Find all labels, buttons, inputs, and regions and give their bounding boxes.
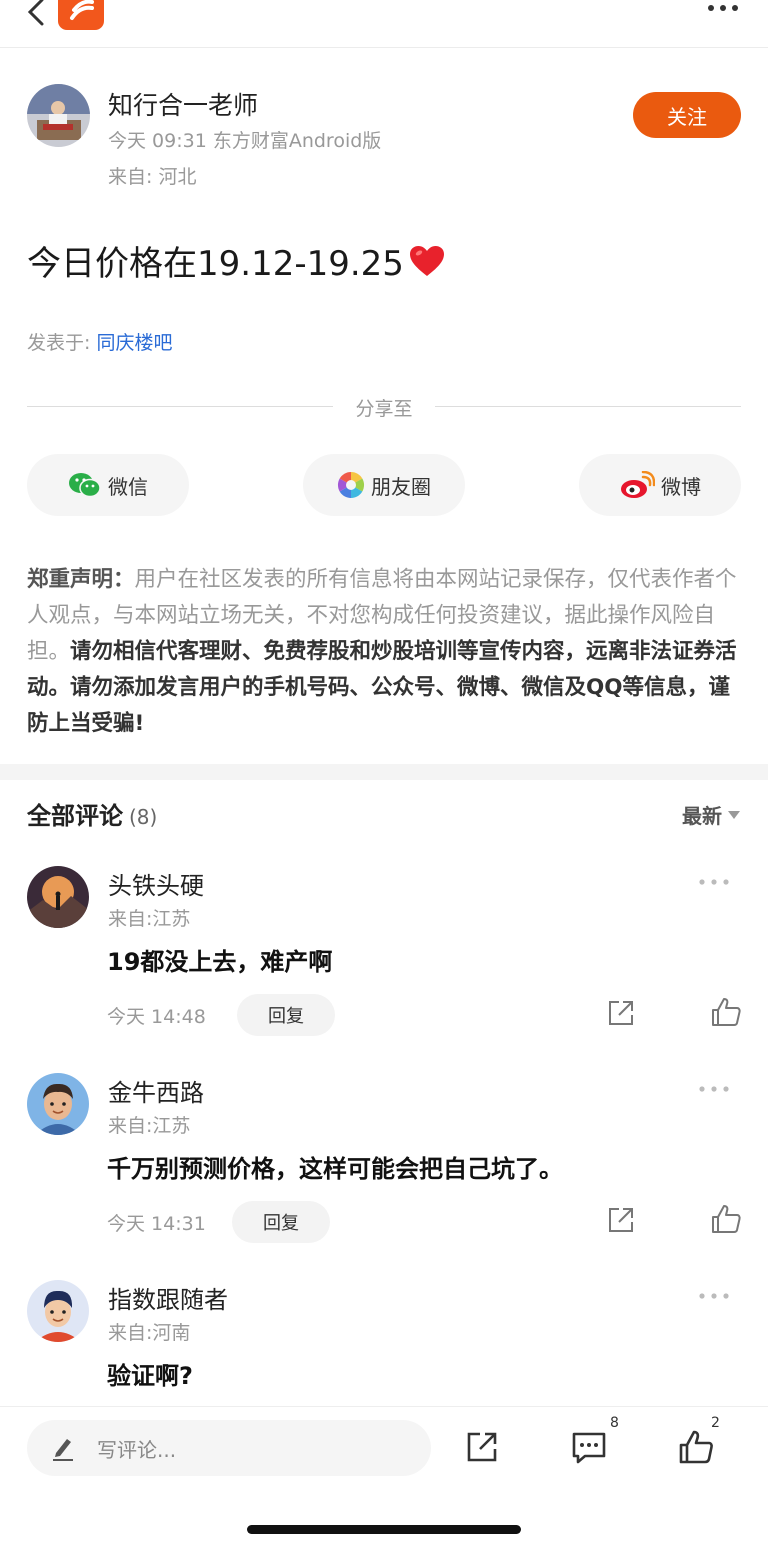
commenter-name[interactable]: 指数跟随者	[108, 1280, 228, 1315]
author-name[interactable]: 知行合一老师	[108, 86, 258, 122]
share-moments-button[interactable]: 朋友圈	[303, 454, 465, 516]
comments-count: (8)	[129, 805, 158, 829]
share-icon[interactable]	[606, 1205, 636, 1235]
commenter-location: 来自:河南	[108, 1322, 191, 1344]
comment-item: 金牛西路 来自:江苏 千万别预测价格，这样可能会把自己坑了。 今天 14:31 …	[0, 1073, 768, 1273]
commenter-location: 来自:江苏	[108, 908, 191, 930]
posted-in: 发表于: 同庆楼吧	[27, 328, 172, 355]
home-indicator	[247, 1525, 521, 1534]
commenter-name[interactable]: 金牛西路	[108, 1073, 204, 1108]
author-location: 来自: 河北	[108, 166, 197, 188]
posted-in-label: 发表于:	[27, 332, 91, 354]
author-header: 知行合一老师 今天 09:31 东方财富Android版 来自: 河北 关注	[0, 80, 768, 200]
comment-icon[interactable]	[571, 1429, 607, 1465]
post-text: 今日价格在19.12-19.25	[27, 244, 404, 284]
like-count-badge: 2	[711, 1415, 720, 1431]
share-title: 分享至	[355, 398, 413, 420]
comment-text: 19都没上去，难产啊	[107, 948, 333, 976]
share-weibo-label: 微博	[661, 474, 701, 499]
divider-line	[435, 406, 741, 407]
comment-count-badge: 8	[610, 1415, 619, 1431]
back-arrow-icon[interactable]	[22, 0, 52, 32]
section-gap	[0, 764, 768, 780]
reply-button[interactable]: 回复	[232, 1201, 330, 1243]
sort-dropdown[interactable]: 最新	[682, 800, 740, 829]
comment-text: 千万别预测价格，这样可能会把自己坑了。	[107, 1155, 563, 1183]
thumbs-up-icon[interactable]	[710, 996, 742, 1028]
commenter-location: 来自:江苏	[108, 1115, 191, 1137]
more-options-icon[interactable]	[706, 0, 740, 16]
thumbs-up-icon[interactable]	[710, 1203, 742, 1235]
wechat-icon	[69, 473, 101, 498]
thumbs-up-icon[interactable]	[678, 1429, 714, 1465]
more-options-icon[interactable]	[698, 1292, 730, 1300]
commenter-name[interactable]: 头铁头硬	[108, 866, 204, 901]
reply-button[interactable]: 回复	[237, 994, 335, 1036]
follow-button[interactable]: 关注	[633, 92, 741, 138]
post-meta: 今天 09:31 东方财富Android版	[108, 130, 382, 152]
weibo-icon	[621, 471, 655, 498]
comment-item: 头铁头硬 来自:江苏 19都没上去，难产啊 今天 14:48 回复	[0, 866, 768, 1066]
sort-label: 最新	[682, 804, 722, 828]
disclaimer: 郑重声明：用户在社区发表的所有信息将由本网站记录保存，仅代表作者个人观点，与本网…	[27, 562, 743, 742]
disclaimer-label: 郑重声明：	[27, 567, 135, 592]
share-wechat-label: 微信	[108, 474, 148, 499]
comment-item: 指数跟随者 来自:河南 验证啊?	[0, 1280, 768, 1400]
top-navigation-bar	[0, 0, 768, 48]
share-moments-label: 朋友圈	[371, 474, 431, 499]
heart-icon	[409, 245, 444, 276]
share-icon[interactable]	[464, 1429, 500, 1465]
share-icon[interactable]	[606, 998, 636, 1028]
pencil-icon	[53, 1439, 73, 1461]
more-options-icon[interactable]	[698, 1085, 730, 1093]
app-logo-icon	[58, 0, 104, 30]
commenter-avatar[interactable]	[27, 866, 89, 928]
post-content: 今日价格在19.12-19.25	[27, 236, 446, 285]
comment-text: 验证啊?	[107, 1362, 193, 1390]
comments-title: 全部评论	[27, 802, 123, 830]
comment-input-placeholder: 写评论...	[97, 1437, 177, 1462]
share-wechat-button[interactable]: 微信	[27, 454, 189, 516]
commenter-avatar[interactable]	[27, 1280, 89, 1342]
disclaimer-warning: 请勿相信代客理财、免费荐股和炒股培训等宣传内容，远离非法证券活动。请勿添加发言用…	[27, 639, 737, 736]
share-divider: 分享至	[27, 392, 741, 420]
comments-header: 全部评论 (8)	[27, 796, 157, 831]
moments-icon	[337, 471, 365, 499]
forum-link[interactable]: 同庆楼吧	[96, 332, 172, 354]
author-avatar[interactable]	[27, 84, 90, 147]
share-weibo-button[interactable]: 微博	[579, 454, 741, 516]
dropdown-triangle-icon	[728, 810, 740, 819]
comment-input[interactable]: 写评论...	[27, 1420, 431, 1476]
comment-time: 今天 14:31	[107, 1213, 206, 1235]
comment-time: 今天 14:48	[107, 1006, 206, 1028]
commenter-avatar[interactable]	[27, 1073, 89, 1135]
more-options-icon[interactable]	[698, 878, 730, 886]
bottom-action-bar: 写评论... 8 2	[0, 1406, 768, 1549]
